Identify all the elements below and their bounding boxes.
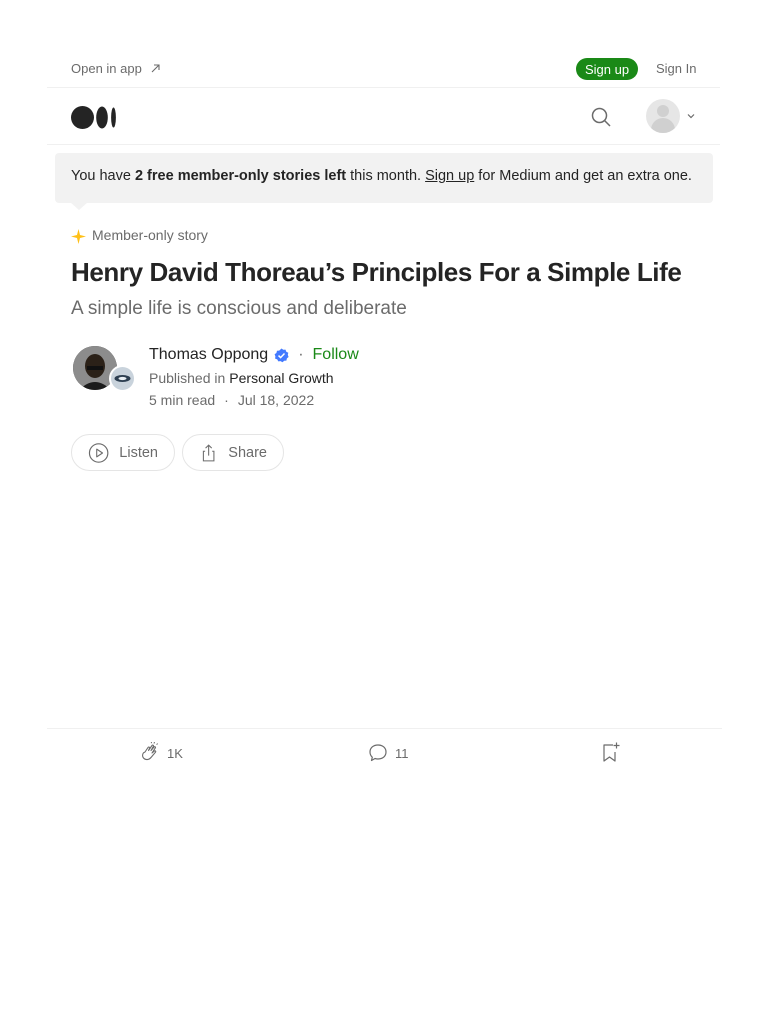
bookmark-add-icon [603,742,620,762]
publication-name[interactable]: Personal Growth [229,370,333,386]
article-meta: 5 min read · Jul 18, 2022 [149,392,314,408]
bookmark-button[interactable] [599,741,621,768]
sign-in-link[interactable]: Sign In [656,61,696,76]
article-title: Henry David Thoreau’s Principles For a S… [71,257,682,287]
top-bar: Open in app Sign up Sign In [47,50,720,88]
chevron-down-icon [687,114,695,119]
follow-button[interactable]: Follow [313,346,359,364]
published-in-label: Published in [149,370,226,386]
banner-sign-up-link[interactable]: Sign up [425,168,474,184]
separator-dot: · [298,346,304,363]
publish-date: Jul 18, 2022 [237,392,315,408]
clap-count: 1K [167,745,183,761]
banner-bold-text: 2 free member-only stories left [134,168,347,184]
comment-icon [369,744,387,762]
author-line: Thomas Oppong · Follow [149,346,359,364]
open-in-app-link[interactable]: Open in app [71,61,161,76]
user-avatar-icon [646,99,680,133]
search-icon[interactable] [590,106,612,128]
verified-badge-icon [274,348,289,362]
share-icon [202,443,215,461]
banner-text-1: You have [71,168,135,184]
member-only-label: Member-only story [71,226,208,244]
nav-bar [47,88,720,145]
share-label: Share [228,444,267,461]
user-menu[interactable] [646,99,696,133]
play-icon [88,442,109,463]
medium-logo[interactable] [71,106,117,129]
clap-icon [142,742,159,761]
read-time: 5 min read [149,392,216,408]
external-link-icon [151,64,160,73]
sign-up-button[interactable]: Sign up [576,58,639,80]
banner-pointer [70,202,88,210]
meta-separator-dot: · [224,392,229,408]
open-in-app-label: Open in app [71,61,142,76]
responses-button[interactable]: 11 [367,742,409,764]
author-name[interactable]: Thomas Oppong [149,346,268,364]
star-icon [71,229,86,244]
free-stories-banner: You have 2 free member-only stories left… [55,153,713,203]
publication-line: Published in Personal Growth [149,370,334,386]
banner-text-2: this month. [346,168,426,184]
listen-label: Listen [119,444,158,461]
share-button[interactable]: Share [182,434,284,471]
publication-avatar[interactable] [109,365,136,392]
bottom-action-bar: 1K 11 [47,728,722,778]
response-count: 11 [395,745,409,761]
clap-button[interactable]: 1K [139,742,183,764]
member-only-text: Member-only story [92,227,208,243]
listen-button[interactable]: Listen [71,434,175,471]
article-subtitle: A simple life is conscious and deliberat… [71,298,407,319]
banner-text-3: for Medium and get an extra one. [474,168,692,184]
